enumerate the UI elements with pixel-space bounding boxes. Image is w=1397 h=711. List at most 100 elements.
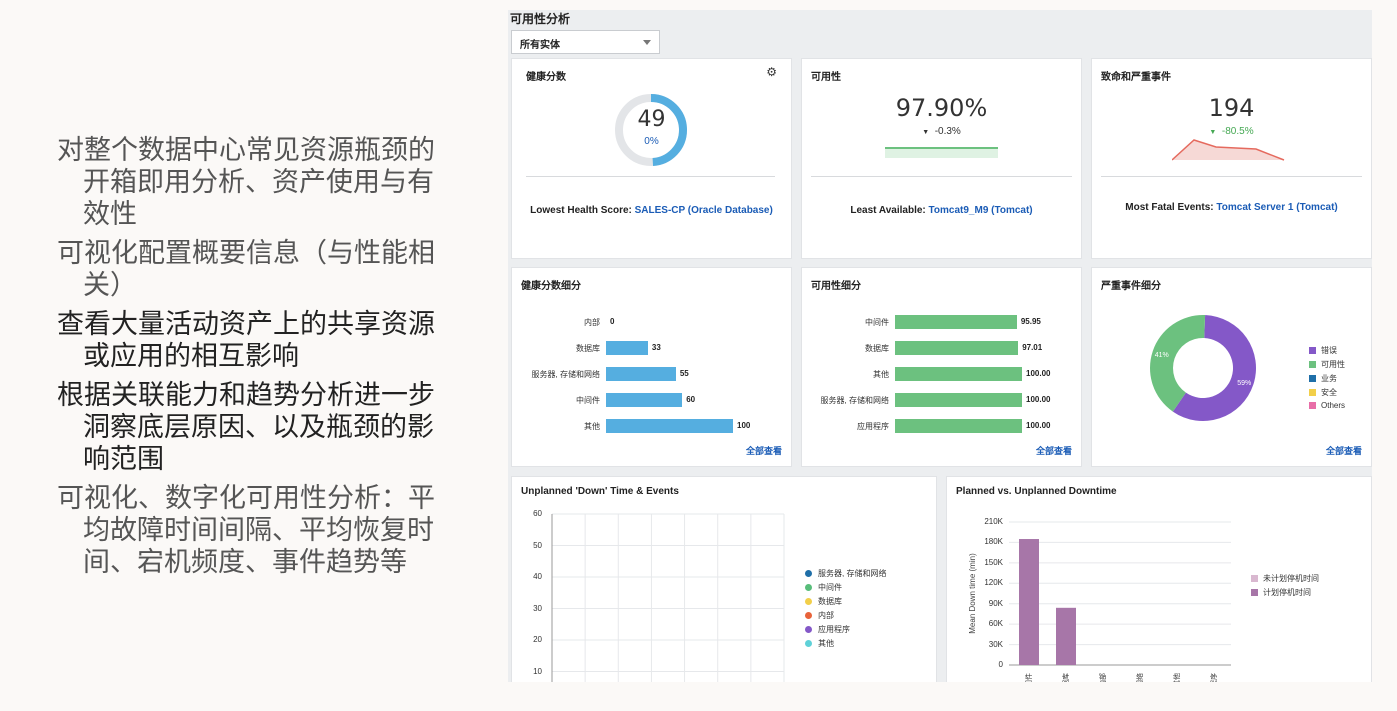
bar[interactable] xyxy=(895,341,1019,355)
y-tick-label: 30K xyxy=(988,639,1003,649)
x-tick-label: 内部 xyxy=(1098,673,1107,682)
legend-item: 安全 xyxy=(1309,387,1337,398)
y-tick-label: 0 xyxy=(998,660,1003,669)
entity-select-value: 所有实体 xyxy=(520,40,560,51)
bar[interactable] xyxy=(606,393,683,407)
legend-label: 应用程序 xyxy=(818,625,850,634)
legend-label: Others xyxy=(1321,401,1346,410)
legend-item: 未计划停机时间 xyxy=(1251,573,1319,584)
view-all-link[interactable]: 全部查看 xyxy=(1326,444,1362,457)
donut-slice-label: 41% xyxy=(1155,352,1169,359)
availability-breakdown-title: 可用性细分 xyxy=(811,281,861,292)
gear-icon[interactable]: ⚙ xyxy=(766,65,777,79)
bullet-1: 对整个数据中心常见资源瓶颈的开箱即用分析、资产使用与有效性 xyxy=(57,135,435,230)
legend-item: 业务 xyxy=(1309,373,1337,384)
health-score-title: 健康分数 xyxy=(526,72,566,83)
health-footer-link[interactable]: SALES-CP (Oracle Database) xyxy=(635,205,773,216)
fatal-events-title: 致命和严重事件 xyxy=(1101,72,1171,83)
slide: 对整个数据中心常见资源瓶颈的开箱即用分析、资产使用与有效性 可视化配置概要信息（… xyxy=(0,0,1397,711)
view-all-link[interactable]: 全部查看 xyxy=(746,444,782,457)
unplanned-downtime-card: Unplanned 'Down' Time & Events 60 50 40 30 2… xyxy=(511,476,937,682)
bar[interactable] xyxy=(895,419,1022,433)
legend-label: 服务器, 存储和网络 xyxy=(818,569,887,578)
bar[interactable] xyxy=(895,367,1022,381)
bar-category-label: 内部 xyxy=(584,318,600,327)
x-tick-label: 应用程序 xyxy=(1209,673,1218,682)
y-tick-label: 10 xyxy=(533,666,542,676)
legend-dot xyxy=(805,612,812,619)
legend-label: 错误 xyxy=(1321,346,1337,355)
legend-swatch xyxy=(1309,375,1316,382)
bar-value-label: 100.00 xyxy=(1026,369,1051,378)
legend-dot xyxy=(805,570,812,577)
fatal-events-delta-value: -80.5% xyxy=(1221,126,1254,137)
legend-label: 内部 xyxy=(818,611,834,620)
x-tick-label: 其他 xyxy=(1172,673,1181,682)
severe-events-donut: 59% 41% xyxy=(1150,315,1256,421)
legend-swatch xyxy=(1309,361,1316,368)
fatal-events-footer-link[interactable]: Tomcat Server 1 (Tomcat) xyxy=(1216,202,1337,213)
bar[interactable] xyxy=(895,393,1022,407)
fatal-events-value: 194 xyxy=(1208,94,1255,122)
bar-value-label: 0 xyxy=(610,317,615,326)
x-tick-label: 数据库 xyxy=(1061,673,1070,682)
availability-breakdown-card: 可用性细分 中间件 95.95 数据库 97.01 其他 100.00 服务器, 存储和网络… xyxy=(801,267,1082,467)
bullet-2: 可视化配置概要信息（与性能相关） xyxy=(57,238,435,301)
bullet-4: 根据关联能力和趋势分析进一步洞察底层原因、以及瓶颈的影响范围 xyxy=(57,380,435,475)
dashboard-title: 可用性分析 xyxy=(510,12,571,26)
x-tick-label: 中间件 xyxy=(1024,673,1033,682)
health-score-percent: 0% xyxy=(644,136,659,147)
y-tick-label: 50 xyxy=(533,540,542,550)
y-tick-label: 20 xyxy=(533,635,542,644)
bar-value-label: 55 xyxy=(679,369,689,378)
y-tick-label: 30 xyxy=(533,603,542,613)
bar-category-label: 应用程序 xyxy=(857,422,889,431)
legend-label: 业务 xyxy=(1321,374,1337,383)
donut-slice[interactable] xyxy=(1150,315,1206,412)
legend-label: 其他 xyxy=(818,639,834,648)
planned-vs-unplanned-card: Planned vs. Unplanned Downtime Mean Down… xyxy=(946,476,1372,682)
view-all-link[interactable]: 全部查看 xyxy=(1036,444,1072,457)
donut-slice-label: 59% xyxy=(1237,380,1251,387)
bar-value-label: 97.01 xyxy=(1022,343,1043,352)
legend-item: 数据库 xyxy=(805,596,842,607)
health-footer-label: Lowest Health Score: xyxy=(530,205,635,216)
legend-item: 内部 xyxy=(805,610,834,621)
bar[interactable] xyxy=(606,367,676,381)
legend-swatch xyxy=(1309,347,1316,354)
column-bar[interactable] xyxy=(1056,607,1076,665)
sparkline-area xyxy=(1172,140,1284,160)
legend-dot xyxy=(805,598,812,605)
legend-item: Others xyxy=(1309,401,1345,410)
bar-value-label: 95.95 xyxy=(1020,317,1041,326)
entity-select[interactable]: 所有实体 xyxy=(511,30,660,54)
availability-delta: ▼ -0.3% xyxy=(802,126,1081,137)
x-tick-label: 服务器,存储和网络 xyxy=(1135,673,1144,682)
fatal-events-footer-label: Most Fatal Events: xyxy=(1125,202,1217,213)
legend-swatch xyxy=(1251,589,1258,596)
y-tick-label: 120K xyxy=(984,578,1003,588)
chevron-down-icon xyxy=(643,40,651,45)
y-tick-label: 40 xyxy=(533,572,542,581)
bar[interactable] xyxy=(606,341,648,355)
bullet-3: 查看大量活动资产上的共享资源或应用的相互影响 xyxy=(57,309,435,372)
bar-value-label: 100 xyxy=(737,421,751,430)
bar[interactable] xyxy=(606,419,733,433)
bar[interactable] xyxy=(895,315,1017,329)
legend-label: 可用性 xyxy=(1321,360,1345,369)
y-tick-label: 60K xyxy=(988,619,1003,629)
y-tick-label: 180K xyxy=(984,537,1003,547)
legend-label: 数据库 xyxy=(818,597,842,606)
column-bar[interactable] xyxy=(1019,539,1039,665)
legend-label: 未计划停机时间 xyxy=(1263,574,1319,583)
availability-footer-link[interactable]: Tomcat9_M9 (Tomcat) xyxy=(929,205,1033,216)
down-triangle-icon: ▼ xyxy=(922,129,930,136)
dashboard-screenshot: 可用性分析 所有实体 健康分数 ⚙ 49 0% Lowest Health Sc… xyxy=(508,10,1372,682)
availability-card: 可用性 97.90% ▼ -0.3% Least Available: Tomc… xyxy=(801,58,1082,259)
legend-item: 计划停机时间 xyxy=(1251,587,1311,598)
y-tick-label: 60 xyxy=(533,509,542,518)
severe-events-title: 严重事件细分 xyxy=(1101,281,1161,292)
divider xyxy=(1101,176,1362,177)
availability-footer-label: Least Available: xyxy=(850,205,929,216)
legend-dot xyxy=(805,640,812,647)
